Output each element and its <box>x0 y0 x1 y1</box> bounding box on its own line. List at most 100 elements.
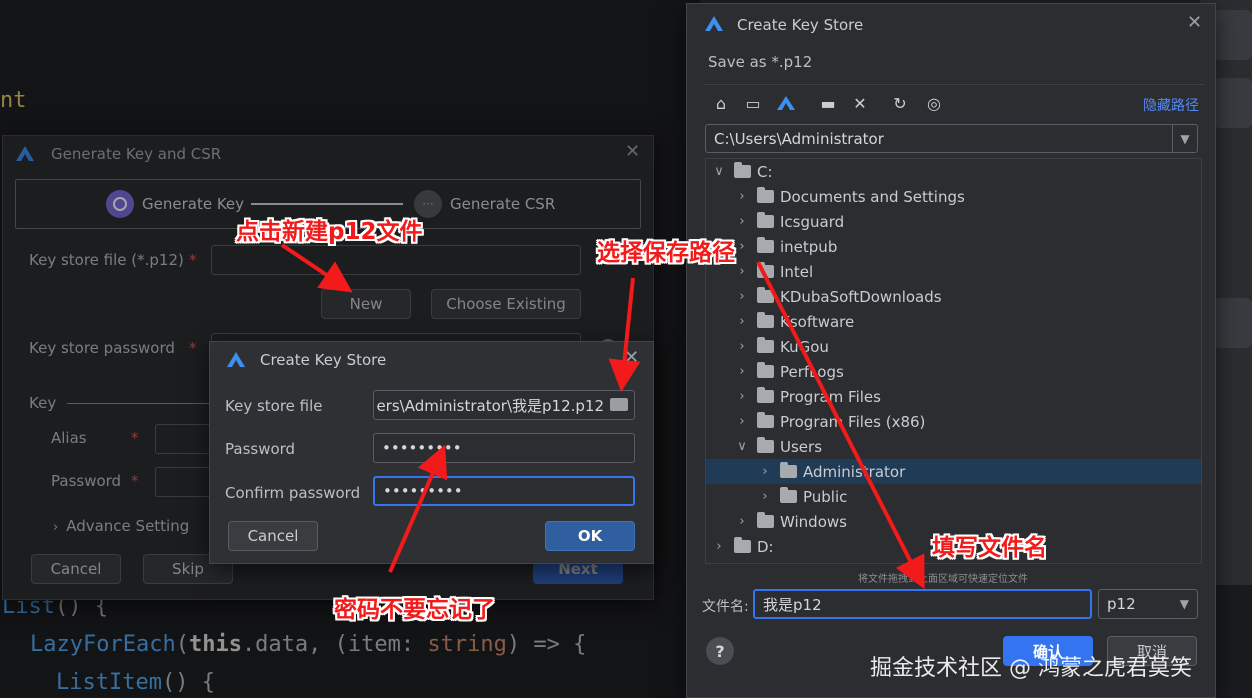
ok-button[interactable]: OK <box>545 521 635 551</box>
chevron-right-icon[interactable]: › <box>735 189 749 204</box>
tree-item[interactable]: ∨ C: <box>706 159 1201 184</box>
chevron-right-icon[interactable]: › <box>735 214 749 229</box>
tree-item-label: Users <box>780 437 823 456</box>
folder-icon <box>757 287 774 303</box>
confirm-password-input[interactable]: ••••••••• <box>373 476 635 506</box>
advance-setting-toggle[interactable]: › Advance Setting <box>53 517 189 535</box>
path-combobox[interactable]: C:\Users\Administrator <box>705 124 1198 153</box>
confirm-password-label: Confirm password <box>225 484 361 502</box>
required-mark: * <box>131 472 139 490</box>
step-connector <box>251 203 403 205</box>
tree-item[interactable]: › inetpub <box>706 234 1201 259</box>
code-token: ( <box>175 632 189 657</box>
tree-item-label: Program Files (x86) <box>780 412 926 431</box>
chevron-right-icon[interactable]: › <box>758 489 772 504</box>
tree-item-label: Intel <box>780 262 814 281</box>
tree-item-label: PerfLogs <box>780 362 844 381</box>
code-token: .data, (item: <box>241 632 428 657</box>
chevron-right-icon[interactable]: › <box>735 239 749 254</box>
chevron-right-icon[interactable]: › <box>735 289 749 304</box>
chevron-down-icon[interactable]: ▼ <box>1172 125 1197 152</box>
password-value: ••••••••• <box>382 439 462 457</box>
new-folder-icon[interactable]: ▬ <box>818 94 838 113</box>
chevron-right-icon[interactable]: › <box>735 314 749 329</box>
tree-item[interactable]: › Public <box>706 484 1201 509</box>
tree-item-label: Administrator <box>803 462 906 481</box>
tree-item-label: Icsguard <box>780 212 845 231</box>
annotation-click-new: 点击新建p12文件 <box>236 219 423 245</box>
code-token: string <box>427 632 507 657</box>
folder-icon <box>757 512 774 528</box>
code-token: ) => { <box>506 632 587 657</box>
chevron-right-icon[interactable]: › <box>735 389 749 404</box>
close-icon[interactable]: ✕ <box>1187 12 1202 33</box>
deveco-logo-icon <box>16 146 34 161</box>
tree-item[interactable]: › Intel <box>706 259 1201 284</box>
cancel-button[interactable]: Cancel <box>228 521 318 551</box>
keystore-file-input[interactable] <box>211 245 581 275</box>
tree-item[interactable]: ∨ Users <box>706 434 1201 459</box>
tree-item-label: Public <box>803 487 848 506</box>
choose-existing-button[interactable]: Choose Existing <box>431 289 581 319</box>
password-label: Password <box>225 440 296 458</box>
advance-setting-label: Advance Setting <box>66 517 190 535</box>
tree-item[interactable]: › Icsguard <box>706 209 1201 234</box>
confirm-password-value: ••••••••• <box>383 482 463 500</box>
dialog-title: Create Key Store <box>737 16 864 34</box>
deveco-logo-icon <box>705 16 723 31</box>
chevron-right-icon[interactable]: › <box>712 539 726 554</box>
folder-icon <box>757 312 774 328</box>
home-icon[interactable]: ⌂ <box>711 94 731 113</box>
keystore-file-input[interactable]: ers\Administrator\我是p12.p12 <box>373 390 635 420</box>
annotation-remember-password: 密码不要忘记了 <box>334 597 495 623</box>
step-generate-csr: Generate CSR <box>450 195 556 213</box>
cancel-button[interactable]: Cancel <box>31 554 121 584</box>
chevron-right-icon[interactable]: › <box>758 464 772 479</box>
tree-item[interactable]: › Program Files (x86) <box>706 409 1201 434</box>
chevron-right-icon[interactable]: › <box>735 339 749 354</box>
show-hidden-icon[interactable]: ◎ <box>924 94 944 113</box>
tree-item[interactable]: › Documents and Settings <box>706 184 1201 209</box>
chevron-right-icon[interactable]: › <box>735 414 749 429</box>
hide-path-link[interactable]: 隐藏路径 <box>1143 95 1199 115</box>
filetype-select[interactable]: p12 ▼ <box>1098 589 1198 619</box>
project-icon[interactable] <box>776 94 796 112</box>
chevron-right-icon[interactable]: › <box>735 364 749 379</box>
tree-item-label: KuGou <box>780 337 829 356</box>
tree-item[interactable]: › KuGou <box>706 334 1201 359</box>
chevron-right-icon[interactable]: › <box>735 514 749 529</box>
help-button[interactable]: ? <box>706 637 734 665</box>
new-button[interactable]: New <box>321 289 411 319</box>
delete-icon[interactable]: ✕ <box>850 94 870 113</box>
filename-input[interactable]: 我是p12 <box>753 589 1092 619</box>
close-icon[interactable]: ✕ <box>624 347 639 368</box>
dialog-title: Generate Key and CSR <box>51 145 222 163</box>
refresh-icon[interactable]: ↻ <box>890 94 910 113</box>
chevron-down-icon[interactable]: ∨ <box>735 439 749 454</box>
desktop-icon[interactable]: ▭ <box>743 94 763 113</box>
code-line: ListItem() { <box>56 670 215 695</box>
tree-item[interactable]: › Ksoftware <box>706 309 1201 334</box>
keystore-file-label: Key store file (*.p12) <box>29 251 184 269</box>
tree-item[interactable]: › PerfLogs <box>706 359 1201 384</box>
tree-item[interactable]: › Program Files <box>706 384 1201 409</box>
tree-item[interactable]: › KDubaSoftDownloads <box>706 284 1201 309</box>
password-input[interactable]: ••••••••• <box>373 433 635 463</box>
code-line: LazyForEach(this.data, (item: string) =>… <box>30 632 586 657</box>
folder-open-icon[interactable] <box>610 398 628 411</box>
tree-item[interactable]: › Administrator <box>706 459 1201 484</box>
required-mark: * <box>189 251 197 269</box>
alias-input[interactable] <box>155 424 215 454</box>
annotation-choose-path: 选择保存路径 <box>597 240 735 266</box>
keystore-file-label: Key store file <box>225 397 323 415</box>
chevron-right-icon[interactable]: › <box>735 264 749 279</box>
tree-item-label: Documents and Settings <box>780 187 965 206</box>
alias-label: Alias <box>51 429 87 447</box>
chevron-down-icon[interactable]: ∨ <box>712 164 726 179</box>
code-token: ListItem <box>56 670 162 695</box>
key-password-input[interactable] <box>155 467 215 497</box>
side-bubble <box>1214 298 1252 348</box>
tree-item-label: Program Files <box>780 387 881 406</box>
tree-item-label: KDubaSoftDownloads <box>780 287 942 306</box>
close-icon[interactable]: ✕ <box>625 141 640 162</box>
